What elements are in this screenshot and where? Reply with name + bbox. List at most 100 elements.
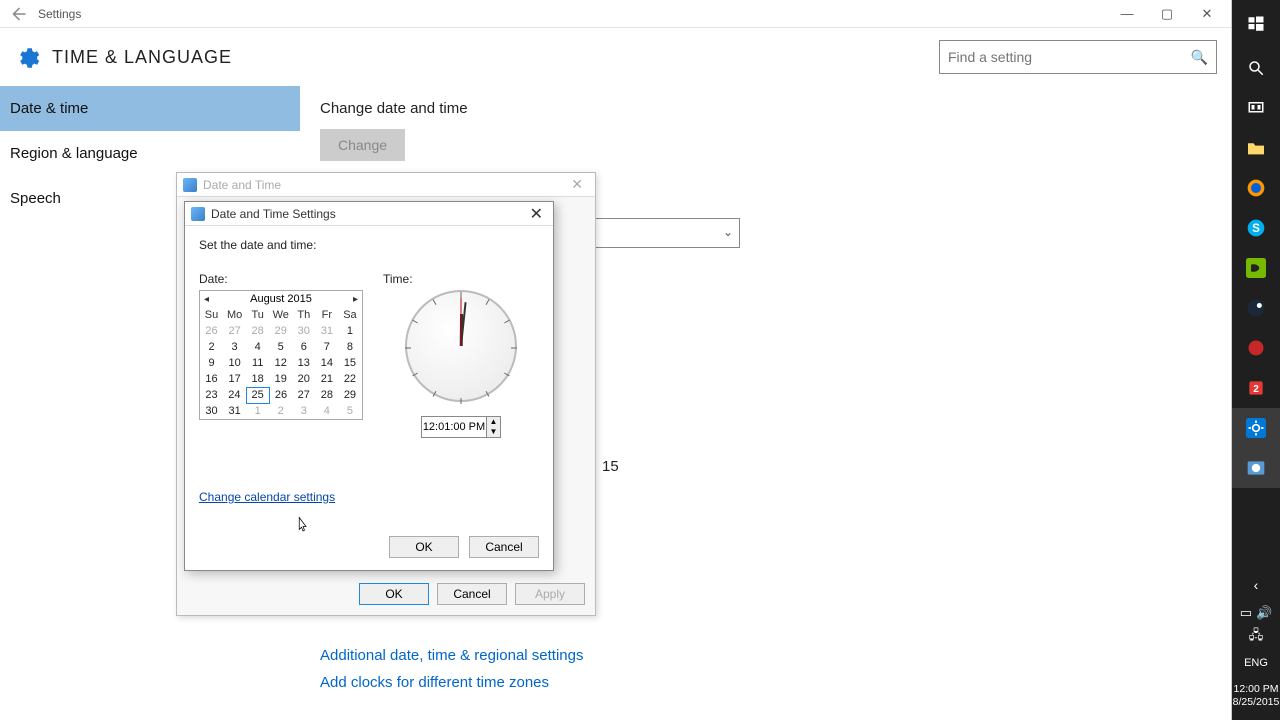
- time-spinner[interactable]: ▲ ▼: [486, 417, 500, 437]
- change-calendar-settings-link[interactable]: Change calendar settings: [199, 490, 335, 504]
- calendar-day[interactable]: 3: [223, 339, 246, 355]
- calendar-day[interactable]: 5: [269, 339, 292, 355]
- time-label: Time:: [383, 272, 539, 286]
- spin-down-icon[interactable]: ▼: [487, 427, 500, 437]
- calendar-day[interactable]: 18: [246, 371, 269, 387]
- calendar-day[interactable]: 2: [200, 339, 223, 355]
- date-time-dialog-title: Date and Time: [203, 178, 281, 192]
- instruction-text: Set the date and time:: [199, 238, 539, 252]
- search-box[interactable]: 🔍: [939, 40, 1217, 74]
- calendar-day[interactable]: 17: [223, 371, 246, 387]
- calendar-day[interactable]: 20: [292, 371, 315, 387]
- prev-month-button[interactable]: ◂: [204, 294, 209, 305]
- calendar-day[interactable]: 13: [292, 355, 315, 371]
- svg-text:S: S: [1252, 222, 1260, 235]
- calendar-day[interactable]: 28: [246, 323, 269, 339]
- start-button[interactable]: [1232, 0, 1280, 48]
- search-icon: [1247, 59, 1265, 77]
- calendar-day[interactable]: 2: [269, 403, 292, 419]
- calendar-day[interactable]: 11: [246, 355, 269, 371]
- calendar-day[interactable]: 27: [292, 387, 315, 403]
- calendar-day[interactable]: 9: [200, 355, 223, 371]
- calendar-day[interactable]: 12: [269, 355, 292, 371]
- language-indicator[interactable]: ENG: [1244, 649, 1268, 677]
- network-icon[interactable]: 🖧: [1249, 626, 1264, 648]
- time-input[interactable]: 12:01:00 PM ▲ ▼: [421, 416, 501, 438]
- calendar-day[interactable]: 25: [246, 387, 269, 403]
- calendar-day[interactable]: 5: [338, 403, 361, 419]
- calendar-day[interactable]: 26: [269, 387, 292, 403]
- calendar-day[interactable]: 7: [315, 339, 338, 355]
- calendar-day[interactable]: 15: [338, 355, 361, 371]
- folder-icon: [1246, 140, 1266, 156]
- sidebar-item-date-time[interactable]: Date & time: [0, 86, 300, 131]
- close-icon[interactable]: ✕: [526, 204, 547, 224]
- taskbar-skype[interactable]: S: [1232, 208, 1280, 248]
- taskbar-steam[interactable]: [1232, 288, 1280, 328]
- calendar-day[interactable]: 3: [292, 403, 315, 419]
- ok-button[interactable]: OK: [389, 536, 459, 558]
- date-time-settings-title: Date and Time Settings: [211, 207, 336, 221]
- dow-header: Fr: [315, 307, 338, 323]
- taskbar-clock[interactable]: 12:00 PM 8/25/2015: [1231, 677, 1280, 720]
- taskbar-app-red[interactable]: [1232, 328, 1280, 368]
- calendar-day[interactable]: 26: [200, 323, 223, 339]
- calendar-day[interactable]: 14: [315, 355, 338, 371]
- calendar-day[interactable]: 16: [200, 371, 223, 387]
- minimize-button[interactable]: —: [1107, 0, 1147, 28]
- calendar-day[interactable]: 29: [338, 387, 361, 403]
- calendar-day[interactable]: 31: [223, 403, 246, 419]
- cancel-button[interactable]: Cancel: [437, 583, 507, 605]
- search-input[interactable]: [948, 49, 1191, 65]
- spin-up-icon[interactable]: ▲: [487, 417, 500, 427]
- taskbar-search[interactable]: [1232, 48, 1280, 88]
- calendar-day[interactable]: 31: [315, 323, 338, 339]
- time-value[interactable]: 12:01:00 PM: [422, 421, 486, 433]
- calendar-day[interactable]: 28: [315, 387, 338, 403]
- close-button[interactable]: ✕: [1187, 0, 1227, 28]
- windows-icon: [1247, 15, 1265, 33]
- calendar-day[interactable]: 27: [223, 323, 246, 339]
- calendar-day[interactable]: 19: [269, 371, 292, 387]
- sidebar-item-region-language[interactable]: Region & language: [0, 131, 300, 176]
- link-additional-settings[interactable]: Additional date, time & regional setting…: [320, 647, 1211, 664]
- taskbar-nvidia[interactable]: [1232, 248, 1280, 288]
- tray-expand[interactable]: ‹: [1232, 569, 1280, 601]
- calendar-day[interactable]: 4: [315, 403, 338, 419]
- calendar-day[interactable]: 22: [338, 371, 361, 387]
- calendar-day[interactable]: 1: [338, 323, 361, 339]
- next-month-button[interactable]: ▸: [353, 294, 358, 305]
- close-icon[interactable]: ✕: [565, 176, 589, 193]
- date-time-settings-titlebar: Date and Time Settings ✕: [185, 202, 553, 226]
- month-year-label[interactable]: August 2015: [250, 293, 312, 305]
- calendar-day[interactable]: 21: [315, 371, 338, 387]
- calendar-day[interactable]: 23: [200, 387, 223, 403]
- calendar-day[interactable]: 10: [223, 355, 246, 371]
- calendar[interactable]: ◂ August 2015 ▸ SuMoTuWeThFrSa2627282930…: [199, 290, 363, 420]
- calendar-day[interactable]: 8: [338, 339, 361, 355]
- cancel-button[interactable]: Cancel: [469, 536, 539, 558]
- date-time-dialog-titlebar: Date and Time ✕: [177, 173, 595, 197]
- link-add-clocks[interactable]: Add clocks for different time zones: [320, 674, 1211, 691]
- calendar-day[interactable]: 29: [269, 323, 292, 339]
- calendar-day[interactable]: 6: [292, 339, 315, 355]
- calendar-day[interactable]: 24: [223, 387, 246, 403]
- ok-button[interactable]: OK: [359, 583, 429, 605]
- notification-icon[interactable]: ▭: [1240, 605, 1252, 621]
- taskbar-app-white[interactable]: 2: [1232, 368, 1280, 408]
- calendar-day[interactable]: 1: [246, 403, 269, 419]
- taskbar-explorer[interactable]: [1232, 128, 1280, 168]
- change-button[interactable]: Change: [320, 129, 405, 161]
- volume-icon[interactable]: 🔊: [1256, 605, 1272, 621]
- calendar-day[interactable]: 4: [246, 339, 269, 355]
- calendar-day[interactable]: 30: [200, 403, 223, 419]
- calendar-day[interactable]: 30: [292, 323, 315, 339]
- search-icon: 🔍: [1191, 49, 1208, 66]
- taskbar-taskview[interactable]: [1232, 88, 1280, 128]
- back-button[interactable]: [4, 0, 32, 28]
- taskbar-firefox[interactable]: [1232, 168, 1280, 208]
- taskbar-datetime-cpl[interactable]: [1232, 448, 1280, 488]
- taskbar-settings[interactable]: [1232, 408, 1280, 448]
- maximize-button[interactable]: ▢: [1147, 0, 1187, 28]
- gear-icon: [14, 45, 40, 71]
